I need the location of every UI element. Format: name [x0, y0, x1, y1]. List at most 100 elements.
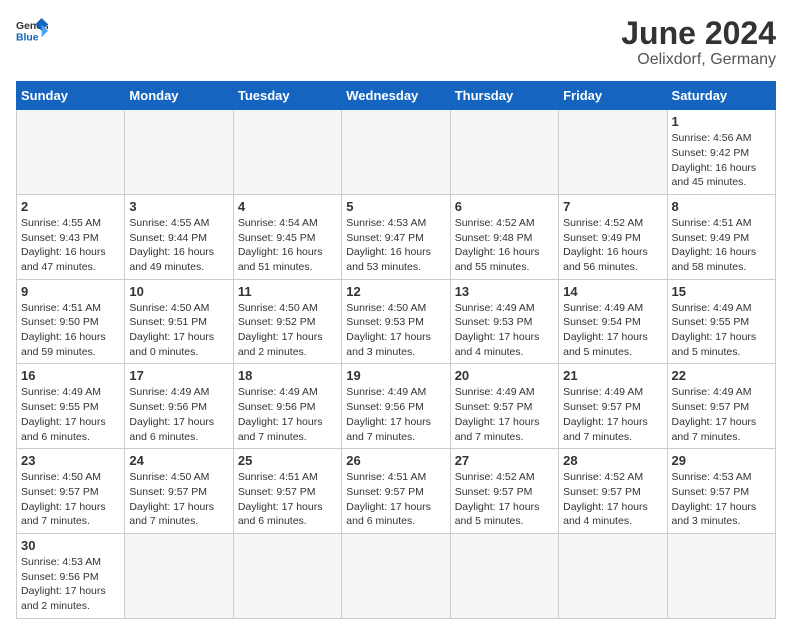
page-title: June 2024: [621, 16, 776, 51]
day-number: 5: [346, 199, 445, 214]
day-number: 22: [672, 368, 771, 383]
weekday-header-row: SundayMondayTuesdayWednesdayThursdayFrid…: [17, 82, 776, 110]
weekday-header-monday: Monday: [125, 82, 233, 110]
day-info: Sunrise: 4:54 AM Sunset: 9:45 PM Dayligh…: [238, 216, 337, 275]
day-info: Sunrise: 4:50 AM Sunset: 9:53 PM Dayligh…: [346, 301, 445, 360]
calendar-cell: [450, 533, 558, 618]
calendar-cell: [233, 533, 341, 618]
calendar-cell: 4 Sunrise: 4:54 AM Sunset: 9:45 PM Daylig…: [233, 194, 341, 279]
calendar-week-row: 9 Sunrise: 4:51 AM Sunset: 9:50 PM Daylig…: [17, 279, 776, 364]
calendar-cell: 8 Sunrise: 4:51 AM Sunset: 9:49 PM Daylig…: [667, 194, 775, 279]
calendar-cell: [667, 533, 775, 618]
calendar-cell: [559, 110, 667, 195]
calendar-cell: 28Sunrise: 4:52 AM Sunset: 9:57 PM Dayli…: [559, 449, 667, 534]
calendar-cell: 25 Sunrise: 4:51 AM Sunset: 9:57 PM Dayli…: [233, 449, 341, 534]
day-number: 18: [238, 368, 337, 383]
day-number: 29: [672, 453, 771, 468]
day-number: 25: [238, 453, 337, 468]
calendar-cell: 9 Sunrise: 4:51 AM Sunset: 9:50 PM Daylig…: [17, 279, 125, 364]
day-number: 26: [346, 453, 445, 468]
weekday-header-sunday: Sunday: [17, 82, 125, 110]
calendar-table: SundayMondayTuesdayWednesdayThursdayFrid…: [16, 81, 776, 619]
calendar-cell: [559, 533, 667, 618]
calendar-week-row: 2 Sunrise: 4:55 AM Sunset: 9:43 PM Daylig…: [17, 194, 776, 279]
day-number: 19: [346, 368, 445, 383]
day-info: Sunrise: 4:51 AM Sunset: 9:57 PM Dayligh…: [238, 470, 337, 529]
day-number: 3: [129, 199, 228, 214]
calendar-cell: 19 Sunrise: 4:49 AM Sunset: 9:56 PM Dayli…: [342, 364, 450, 449]
calendar-cell: 24 Sunrise: 4:50 AM Sunset: 9:57 PM Dayli…: [125, 449, 233, 534]
day-info: Sunrise: 4:49 AM Sunset: 9:55 PM Dayligh…: [672, 301, 771, 360]
calendar-cell: [342, 110, 450, 195]
day-info: Sunrise: 4:51 AM Sunset: 9:57 PM Dayligh…: [346, 470, 445, 529]
day-number: 21: [563, 368, 662, 383]
day-info: Sunrise: 4:49 AM Sunset: 9:57 PM Dayligh…: [563, 385, 662, 444]
calendar-cell: 3 Sunrise: 4:55 AM Sunset: 9:44 PM Daylig…: [125, 194, 233, 279]
day-number: 16: [21, 368, 120, 383]
calendar-cell: 5 Sunrise: 4:53 AM Sunset: 9:47 PM Daylig…: [342, 194, 450, 279]
day-number: 23: [21, 453, 120, 468]
day-number: 2: [21, 199, 120, 214]
calendar-cell: 16 Sunrise: 4:49 AM Sunset: 9:55 PM Dayli…: [17, 364, 125, 449]
weekday-header-tuesday: Tuesday: [233, 82, 341, 110]
calendar-cell: [125, 110, 233, 195]
day-number: 30: [21, 538, 120, 553]
calendar-cell: 20Sunrise: 4:49 AM Sunset: 9:57 PM Dayli…: [450, 364, 558, 449]
day-info: Sunrise: 4:50 AM Sunset: 9:51 PM Dayligh…: [129, 301, 228, 360]
calendar-cell: 27Sunrise: 4:52 AM Sunset: 9:57 PM Dayli…: [450, 449, 558, 534]
day-info: Sunrise: 4:49 AM Sunset: 9:56 PM Dayligh…: [346, 385, 445, 444]
day-number: 6: [455, 199, 554, 214]
weekday-header-wednesday: Wednesday: [342, 82, 450, 110]
calendar-cell: 23 Sunrise: 4:50 AM Sunset: 9:57 PM Dayli…: [17, 449, 125, 534]
calendar-header: SundayMondayTuesdayWednesdayThursdayFrid…: [17, 82, 776, 110]
day-info: Sunrise: 4:51 AM Sunset: 9:50 PM Dayligh…: [21, 301, 120, 360]
calendar-week-row: 1Sunrise: 4:56 AM Sunset: 9:42 PM Daylig…: [17, 110, 776, 195]
day-info: Sunrise: 4:49 AM Sunset: 9:56 PM Dayligh…: [129, 385, 228, 444]
calendar-week-row: 23 Sunrise: 4:50 AM Sunset: 9:57 PM Dayli…: [17, 449, 776, 534]
calendar-cell: 1Sunrise: 4:56 AM Sunset: 9:42 PM Daylig…: [667, 110, 775, 195]
day-number: 24: [129, 453, 228, 468]
calendar-cell: 13Sunrise: 4:49 AM Sunset: 9:53 PM Dayli…: [450, 279, 558, 364]
day-info: Sunrise: 4:55 AM Sunset: 9:44 PM Dayligh…: [129, 216, 228, 275]
day-info: Sunrise: 4:50 AM Sunset: 9:57 PM Dayligh…: [21, 470, 120, 529]
weekday-header-thursday: Thursday: [450, 82, 558, 110]
day-number: 28: [563, 453, 662, 468]
day-info: Sunrise: 4:56 AM Sunset: 9:42 PM Dayligh…: [672, 131, 771, 190]
page-header: General Blue June 2024 Oelixdorf, German…: [16, 16, 776, 69]
day-info: Sunrise: 4:50 AM Sunset: 9:52 PM Dayligh…: [238, 301, 337, 360]
day-number: 27: [455, 453, 554, 468]
calendar-cell: 17 Sunrise: 4:49 AM Sunset: 9:56 PM Dayli…: [125, 364, 233, 449]
day-number: 9: [21, 284, 120, 299]
calendar-cell: [342, 533, 450, 618]
day-number: 12: [346, 284, 445, 299]
svg-text:Blue: Blue: [16, 32, 39, 43]
day-number: 20: [455, 368, 554, 383]
day-info: Sunrise: 4:50 AM Sunset: 9:57 PM Dayligh…: [129, 470, 228, 529]
calendar-cell: 18 Sunrise: 4:49 AM Sunset: 9:56 PM Dayli…: [233, 364, 341, 449]
day-info: Sunrise: 4:49 AM Sunset: 9:54 PM Dayligh…: [563, 301, 662, 360]
calendar-cell: 15 Sunrise: 4:49 AM Sunset: 9:55 PM Dayli…: [667, 279, 775, 364]
calendar-cell: 29 Sunrise: 4:53 AM Sunset: 9:57 PM Dayli…: [667, 449, 775, 534]
calendar-cell: 7Sunrise: 4:52 AM Sunset: 9:49 PM Daylig…: [559, 194, 667, 279]
day-number: 13: [455, 284, 554, 299]
calendar-cell: 12 Sunrise: 4:50 AM Sunset: 9:53 PM Dayli…: [342, 279, 450, 364]
day-info: Sunrise: 4:53 AM Sunset: 9:57 PM Dayligh…: [672, 470, 771, 529]
day-info: Sunrise: 4:53 AM Sunset: 9:47 PM Dayligh…: [346, 216, 445, 275]
calendar-week-row: 30Sunrise: 4:53 AM Sunset: 9:56 PM Dayli…: [17, 533, 776, 618]
day-info: Sunrise: 4:55 AM Sunset: 9:43 PM Dayligh…: [21, 216, 120, 275]
day-number: 4: [238, 199, 337, 214]
day-number: 8: [672, 199, 771, 214]
title-area: June 2024 Oelixdorf, Germany: [621, 16, 776, 69]
calendar-cell: 21 Sunrise: 4:49 AM Sunset: 9:57 PM Dayli…: [559, 364, 667, 449]
day-info: Sunrise: 4:51 AM Sunset: 9:49 PM Dayligh…: [672, 216, 771, 275]
logo: General Blue: [16, 16, 48, 44]
calendar-body: 1Sunrise: 4:56 AM Sunset: 9:42 PM Daylig…: [17, 110, 776, 619]
day-number: 17: [129, 368, 228, 383]
day-info: Sunrise: 4:52 AM Sunset: 9:49 PM Dayligh…: [563, 216, 662, 275]
calendar-cell: [450, 110, 558, 195]
day-info: Sunrise: 4:49 AM Sunset: 9:55 PM Dayligh…: [21, 385, 120, 444]
weekday-header-saturday: Saturday: [667, 82, 775, 110]
day-number: 15: [672, 284, 771, 299]
page-subtitle: Oelixdorf, Germany: [621, 51, 776, 69]
day-info: Sunrise: 4:49 AM Sunset: 9:56 PM Dayligh…: [238, 385, 337, 444]
